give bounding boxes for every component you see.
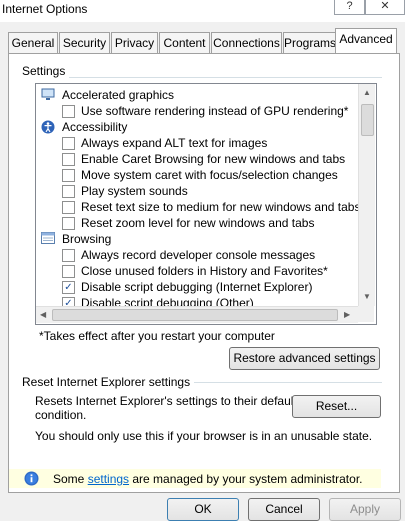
- vertical-scrollbar[interactable]: ▲ ▼: [358, 84, 375, 306]
- checkbox[interactable]: [62, 137, 75, 150]
- accessibility-icon: [41, 120, 55, 134]
- checkbox[interactable]: [62, 153, 75, 166]
- reset-description-line1: Resets Internet Explorer's settings to t…: [35, 394, 297, 408]
- apply-button[interactable]: Apply: [329, 498, 401, 521]
- scroll-up-arrow-icon[interactable]: ▲: [363, 88, 371, 97]
- checkbox[interactable]: [62, 249, 75, 262]
- settings-category-label: Browsing: [62, 232, 112, 246]
- info-icon: [24, 471, 39, 486]
- settings-category-label: Accelerated graphics: [62, 88, 175, 102]
- restart-footnote: *Takes effect after you restart your com…: [39, 329, 275, 343]
- tab-general[interactable]: General: [8, 32, 58, 53]
- admin-notice-prefix: Some: [53, 472, 88, 486]
- checkbox[interactable]: [62, 185, 75, 198]
- reset-button[interactable]: Reset...: [292, 395, 381, 418]
- monitor-icon: [41, 88, 55, 101]
- vertical-scroll-thumb[interactable]: [361, 104, 374, 136]
- settings-group-label: Settings: [22, 64, 70, 78]
- restore-advanced-settings-button[interactable]: Restore advanced settings: [229, 347, 380, 370]
- checkbox[interactable]: [62, 265, 75, 278]
- tab-programs[interactable]: Programs: [283, 32, 337, 53]
- settings-option-label: Close unused folders in History and Favo…: [81, 264, 328, 278]
- cancel-button[interactable]: Cancel: [248, 498, 320, 521]
- tab-security[interactable]: Security: [59, 32, 110, 53]
- tab-connections[interactable]: Connections: [211, 32, 282, 53]
- reset-description-line2: condition.: [35, 408, 87, 422]
- tab-advanced[interactable]: Advanced: [335, 28, 397, 53]
- settings-group-line: [24, 77, 382, 78]
- checkbox[interactable]: [62, 201, 75, 214]
- tab-privacy[interactable]: Privacy: [111, 32, 158, 53]
- scroll-left-arrow-icon[interactable]: ◀: [40, 310, 46, 319]
- horizontal-scroll-thumb[interactable]: [52, 309, 338, 321]
- settings-option-label: Move system caret with focus/selection c…: [81, 168, 338, 182]
- settings-option-label: Always expand ALT text for images: [81, 136, 268, 150]
- horizontal-scrollbar[interactable]: ◀ ▶: [36, 306, 358, 323]
- checkbox[interactable]: [62, 169, 75, 182]
- help-icon: ?: [346, 0, 353, 12]
- reset-group-line: [185, 382, 382, 383]
- scroll-right-arrow-icon[interactable]: ▶: [344, 310, 350, 319]
- settings-option-label: Reset text size to medium for new window…: [81, 200, 361, 214]
- admin-notice-suffix: are managed by your system administrator…: [129, 472, 363, 486]
- browsing-icon: [41, 232, 55, 245]
- settings-list[interactable]: Accelerated graphics Use software renderi…: [35, 83, 377, 325]
- checkbox[interactable]: [62, 217, 75, 230]
- title-bar: Internet Options ? ✕: [0, 0, 405, 22]
- settings-category-label: Accessibility: [62, 120, 128, 134]
- scroll-corner: [358, 306, 374, 322]
- settings-option-label: Enable Caret Browsing for new windows an…: [81, 152, 346, 166]
- settings-link[interactable]: settings: [88, 472, 129, 486]
- reset-warning: You should only use this if your browser…: [35, 429, 373, 443]
- settings-option-label: Always record developer console messages: [81, 248, 316, 262]
- admin-notice-bar: Some settings are managed by your system…: [9, 469, 381, 488]
- settings-option-label: Reset zoom level for new windows and tab…: [81, 216, 315, 230]
- admin-notice-text: Some settings are managed by your system…: [53, 472, 362, 486]
- reset-group-label: Reset Internet Explorer settings: [22, 375, 195, 389]
- ok-button[interactable]: OK: [167, 498, 239, 521]
- settings-option-label: Use software rendering instead of GPU re…: [81, 104, 349, 118]
- checkbox[interactable]: [62, 105, 75, 118]
- window-title: Internet Options: [2, 2, 88, 16]
- close-icon: ✕: [380, 0, 390, 12]
- settings-option-label: Disable script debugging (Internet Explo…: [81, 280, 313, 294]
- settings-option-label: Play system sounds: [81, 184, 188, 198]
- close-button[interactable]: ✕: [365, 0, 405, 15]
- checkbox-checked[interactable]: ✓: [62, 281, 75, 294]
- tab-content[interactable]: Content: [159, 32, 210, 53]
- scroll-down-arrow-icon[interactable]: ▼: [363, 292, 371, 301]
- help-button[interactable]: ?: [334, 0, 365, 15]
